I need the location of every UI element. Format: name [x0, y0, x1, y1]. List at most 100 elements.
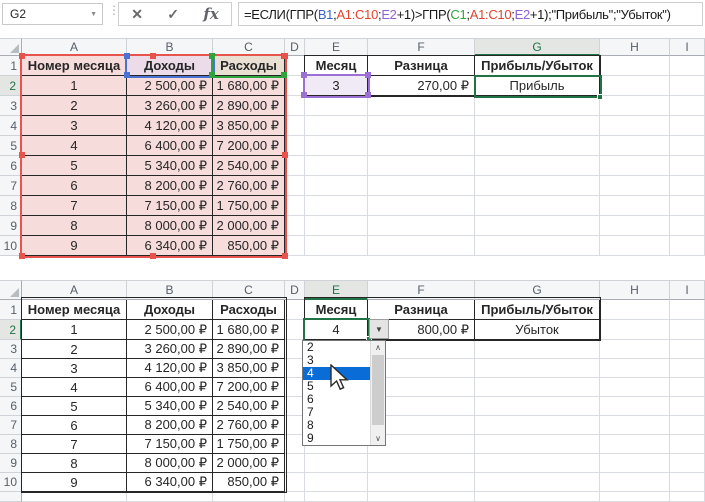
cell-g6[interactable] [475, 397, 600, 416]
cell-h8[interactable] [600, 196, 670, 216]
cell-f11[interactable] [368, 492, 475, 502]
cell-i9[interactable] [670, 216, 705, 236]
cell-c10[interactable]: 850,00 ₽ [213, 236, 285, 256]
row-header-5[interactable]: 5 [0, 378, 22, 397]
cell-e5[interactable] [305, 136, 368, 156]
cell-c6[interactable]: 2 540,00 ₽ [213, 156, 285, 176]
cell-b2[interactable]: 2 500,00 ₽ [127, 320, 213, 340]
cell-h6[interactable] [600, 397, 670, 416]
row-header-9[interactable]: 9 [0, 216, 22, 236]
cell-i5[interactable] [670, 136, 705, 156]
cell-h11[interactable] [600, 492, 670, 502]
column-header-g[interactable]: G [475, 280, 600, 300]
column-header-c[interactable]: C [213, 38, 285, 56]
cell-a4[interactable]: 3 [22, 116, 127, 136]
cell-d1[interactable] [285, 300, 305, 320]
cell-g1[interactable]: Прибыль/Убыток [475, 56, 600, 76]
cell-e10[interactable] [305, 236, 368, 256]
row-header-9[interactable]: 9 [0, 454, 22, 473]
cell-g6[interactable] [475, 156, 600, 176]
cell-b4[interactable]: 4 120,00 ₽ [127, 359, 213, 378]
column-header-b[interactable]: B [127, 280, 213, 300]
cell-b6[interactable]: 5 340,00 ₽ [127, 397, 213, 416]
cell-h5[interactable] [600, 378, 670, 397]
cell-g3[interactable] [475, 96, 600, 116]
cell-c8[interactable]: 1 750,00 ₽ [213, 435, 285, 454]
cell-c4[interactable]: 3 850,00 ₽ [213, 359, 285, 378]
cell-e11[interactable] [305, 492, 368, 502]
cell-c8[interactable]: 1 750,00 ₽ [213, 196, 285, 216]
cell-e1[interactable]: Месяц [305, 300, 368, 320]
cell-g9[interactable] [475, 454, 600, 473]
row-header-6[interactable]: 6 [0, 397, 22, 416]
cell-b3[interactable]: 3 260,00 ₽ [127, 340, 213, 359]
row-header-7[interactable]: 7 [0, 176, 22, 196]
cell-i2[interactable] [670, 320, 705, 340]
cell-b1[interactable]: Доходы [127, 300, 213, 320]
column-header-h[interactable]: H [600, 280, 670, 300]
cell-h2[interactable] [600, 320, 670, 340]
cell-c5[interactable]: 7 200,00 ₽ [213, 136, 285, 156]
cell-a5[interactable]: 4 [22, 378, 127, 397]
cell-e9[interactable] [305, 454, 368, 473]
cell-f2[interactable]: 270,00 ₽ [368, 76, 475, 96]
cell-b5[interactable]: 6 400,00 ₽ [127, 378, 213, 397]
cell-e7[interactable] [305, 176, 368, 196]
cell-e9[interactable] [305, 216, 368, 236]
cell-c1[interactable]: Расходы [213, 56, 285, 76]
cell-a5[interactable]: 4 [22, 136, 127, 156]
cell-d2[interactable] [285, 76, 305, 96]
cell-c2[interactable]: 1 680,00 ₽ [213, 320, 285, 340]
cell-f5[interactable] [368, 136, 475, 156]
cell-e8[interactable] [305, 196, 368, 216]
cell-i6[interactable] [670, 397, 705, 416]
enter-button[interactable]: ✓ [167, 6, 179, 23]
row-header-10[interactable]: 10 [0, 236, 22, 256]
cell-g8[interactable] [475, 435, 600, 454]
cell-d11[interactable] [285, 492, 305, 502]
cell-i8[interactable] [670, 435, 705, 454]
cell-i3[interactable] [670, 96, 705, 116]
cell-i2[interactable] [670, 76, 705, 96]
cell-h6[interactable] [600, 156, 670, 176]
row-header-5[interactable]: 5 [0, 136, 22, 156]
cell-f6[interactable] [368, 156, 475, 176]
row-header-2[interactable]: 2 [0, 320, 22, 340]
cell-f10[interactable] [368, 236, 475, 256]
cell-h9[interactable] [600, 216, 670, 236]
row-header-4[interactable]: 4 [0, 116, 22, 136]
cell-h10[interactable] [600, 236, 670, 256]
name-box-dropdown-icon[interactable]: ▼ [90, 11, 102, 18]
cell-i7[interactable] [670, 176, 705, 196]
row-header-8[interactable]: 8 [0, 196, 22, 216]
column-header-e[interactable]: E [305, 38, 368, 56]
cell-h5[interactable] [600, 136, 670, 156]
cell-c10[interactable]: 850,00 ₽ [213, 473, 285, 492]
cell-g7[interactable] [475, 176, 600, 196]
scrollbar-thumb[interactable] [372, 355, 384, 425]
cell-g2[interactable]: Прибыль [475, 76, 600, 96]
column-header-a[interactable]: A [22, 38, 127, 56]
cell-b7[interactable]: 8 200,00 ₽ [127, 416, 213, 435]
cell-i5[interactable] [670, 378, 705, 397]
cell-h7[interactable] [600, 416, 670, 435]
cell-a9[interactable]: 8 [22, 216, 127, 236]
cell-d6[interactable] [285, 156, 305, 176]
cell-a2[interactable]: 1 [22, 76, 127, 96]
cell-a3[interactable]: 2 [22, 96, 127, 116]
column-header-f[interactable]: F [368, 280, 475, 300]
cell-i3[interactable] [670, 340, 705, 359]
select-all-corner[interactable] [0, 38, 22, 56]
cell-i11[interactable] [670, 492, 705, 502]
cell-f10[interactable] [368, 473, 475, 492]
cell-e4[interactable] [305, 116, 368, 136]
row-header-8[interactable]: 8 [0, 435, 22, 454]
cell-a2[interactable]: 1 [22, 320, 127, 340]
cell-g3[interactable] [475, 340, 600, 359]
cell-i4[interactable] [670, 116, 705, 136]
cell-d5[interactable] [285, 136, 305, 156]
column-header-d[interactable]: D [285, 280, 305, 300]
cell-i6[interactable] [670, 156, 705, 176]
cell-g4[interactable] [475, 359, 600, 378]
cell-b3[interactable]: 3 260,00 ₽ [127, 96, 213, 116]
